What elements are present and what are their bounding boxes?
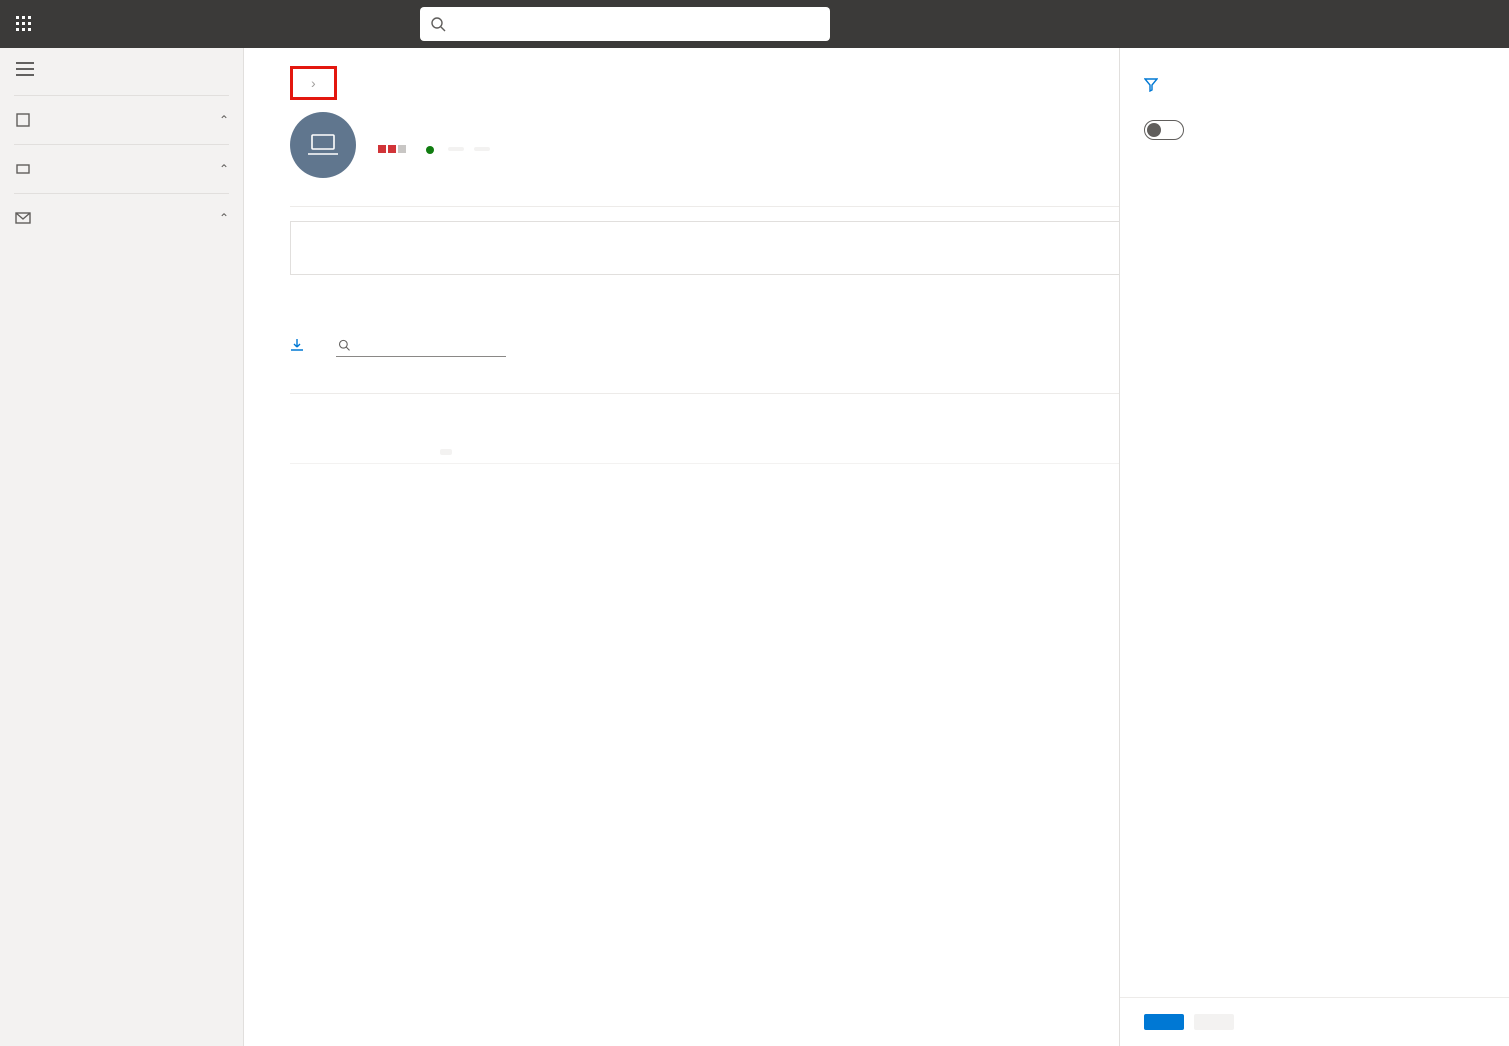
top-bar bbox=[0, 0, 1509, 48]
laptop-icon bbox=[308, 134, 338, 156]
apply-button[interactable] bbox=[1144, 1014, 1184, 1030]
status-dot-icon bbox=[426, 146, 434, 154]
cancel-button[interactable] bbox=[1194, 1014, 1234, 1030]
device-tag[interactable] bbox=[448, 147, 464, 151]
search-icon bbox=[430, 16, 446, 32]
sidebar-toggle[interactable] bbox=[0, 52, 243, 89]
main-content: › bbox=[244, 48, 1509, 1046]
chevron-up-icon: ⌃ bbox=[219, 113, 229, 127]
waffle-icon bbox=[16, 16, 32, 32]
filter-panel bbox=[1119, 48, 1509, 1046]
chevron-right-icon: › bbox=[311, 75, 316, 91]
timeline-search-input[interactable] bbox=[358, 337, 504, 352]
mail-icon bbox=[15, 210, 31, 226]
device-avatar bbox=[290, 112, 356, 178]
download-icon bbox=[290, 338, 304, 352]
flagged-events-toggle[interactable] bbox=[1144, 120, 1184, 140]
sidebar-section-endpoints[interactable]: ⌃ bbox=[0, 151, 243, 187]
global-search-input[interactable] bbox=[454, 16, 820, 32]
search-icon bbox=[338, 338, 350, 352]
sidebar: ⌃ ⌃ ⌃ bbox=[0, 48, 244, 1046]
global-search[interactable] bbox=[420, 7, 830, 41]
assets-icon bbox=[15, 112, 31, 128]
app-launcher-button[interactable] bbox=[8, 8, 40, 40]
sidebar-section-assets[interactable]: ⌃ bbox=[0, 102, 243, 138]
sidebar-section-email[interactable]: ⌃ bbox=[0, 200, 243, 236]
export-button[interactable] bbox=[290, 338, 310, 352]
clear-filters-button[interactable] bbox=[1144, 78, 1485, 92]
chevron-up-icon: ⌃ bbox=[219, 211, 229, 225]
hamburger-icon bbox=[16, 62, 34, 76]
endpoints-icon bbox=[15, 161, 31, 177]
severity-indicator bbox=[378, 145, 406, 153]
timeline-search[interactable] bbox=[336, 333, 506, 357]
discovery-tag bbox=[440, 449, 452, 455]
breadcrumb: › bbox=[293, 69, 334, 97]
chevron-up-icon: ⌃ bbox=[219, 162, 229, 176]
clear-filter-icon bbox=[1144, 78, 1158, 92]
device-tag[interactable] bbox=[474, 147, 490, 151]
